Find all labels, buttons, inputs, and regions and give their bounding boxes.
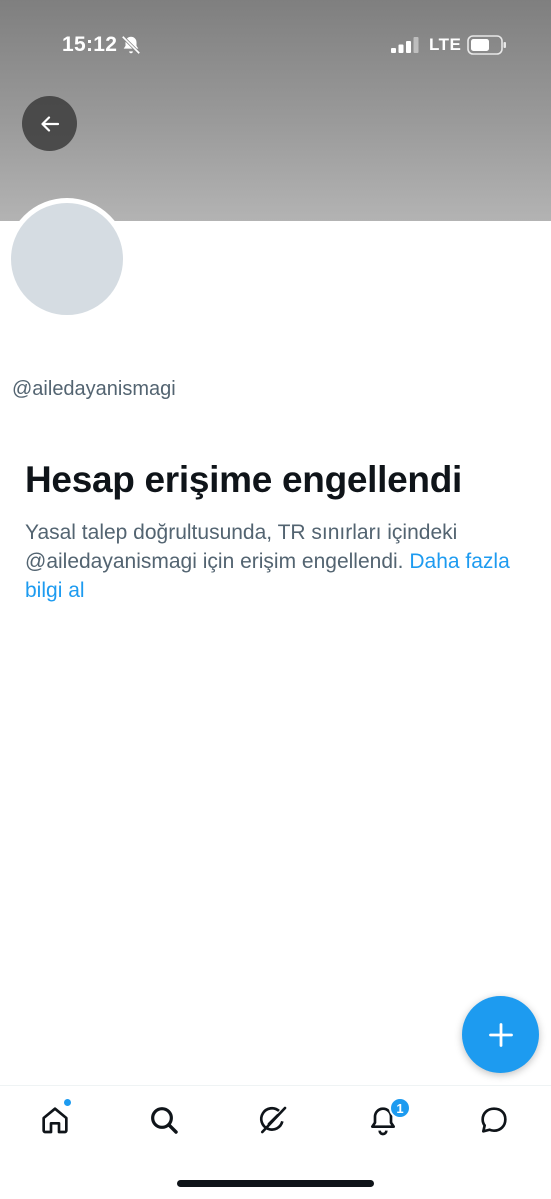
profile-handle: @ailedayanismagi [12, 378, 176, 400]
tab-messages[interactable] [474, 1100, 514, 1140]
blocked-title: Hesap erişime engellendi [25, 459, 462, 500]
network-type: LTE [429, 35, 462, 54]
home-unread-dot [63, 1098, 72, 1107]
notification-badge: 1 [389, 1097, 411, 1119]
compose-button[interactable] [462, 996, 539, 1073]
arrow-left-icon [40, 115, 59, 132]
back-button[interactable] [22, 96, 77, 151]
signal-icon [391, 37, 419, 53]
home-icon [42, 1107, 68, 1134]
home-indicator [177, 1180, 374, 1187]
status-time: 15:12 [62, 33, 118, 56]
plus-icon [488, 1022, 513, 1047]
grok-icon [259, 1106, 287, 1134]
tab-grok[interactable] [253, 1100, 293, 1140]
tab-search[interactable] [144, 1100, 184, 1140]
chat-bubble-icon [481, 1107, 507, 1133]
search-icon [151, 1107, 178, 1134]
bell-off-icon [121, 35, 141, 55]
battery-icon [467, 35, 506, 55]
blocked-description-text: Yasal talep doğrultusunda, TR sınırları … [25, 521, 458, 573]
status-bar: 15:12 LTE [0, 0, 551, 90]
blocked-description: Yasal talep doğrultusunda, TR sınırları … [25, 518, 525, 605]
avatar[interactable] [6, 198, 128, 320]
